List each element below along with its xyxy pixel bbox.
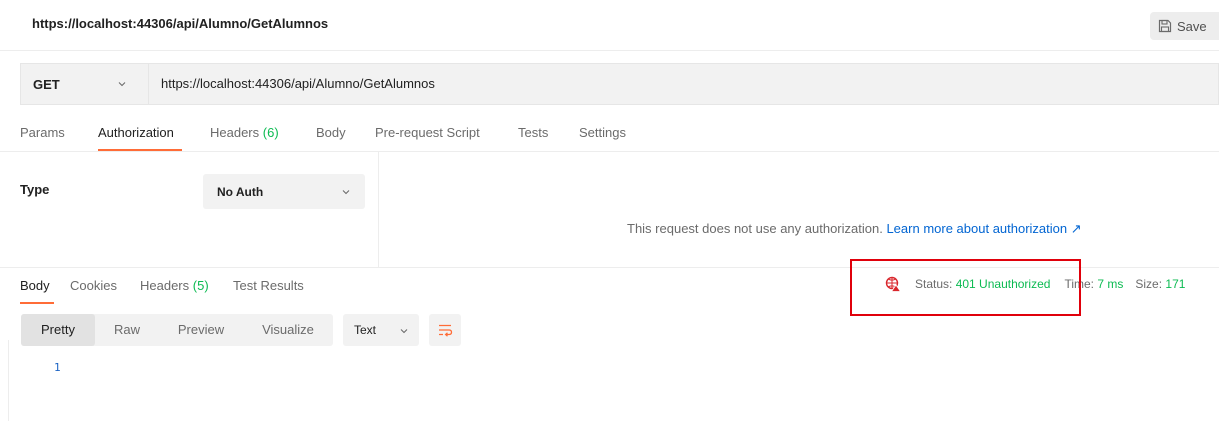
format-select[interactable]: Text [343, 314, 419, 346]
word-wrap-button[interactable] [429, 314, 461, 346]
tab-body[interactable]: Body [316, 125, 346, 140]
auth-type-panel [0, 152, 379, 267]
tab-headers[interactable]: Headers (6) [210, 125, 279, 140]
method-select[interactable]: GET [21, 64, 149, 104]
response-tab-test-results[interactable]: Test Results [233, 278, 304, 293]
view-raw-button[interactable]: Raw [95, 314, 159, 346]
save-button[interactable]: Save [1150, 12, 1219, 40]
auth-type-select[interactable]: No Auth [203, 174, 365, 209]
format-value: Text [354, 323, 377, 337]
view-visualize-button[interactable]: Visualize [243, 314, 333, 346]
tab-prerequest-script[interactable]: Pre-request Script [375, 125, 480, 140]
response-tab-headers-count: (5) [192, 278, 209, 293]
tab-headers-count: (6) [262, 125, 279, 140]
tab-params[interactable]: Params [20, 125, 65, 140]
time-value[interactable]: 7 ms [1097, 277, 1123, 291]
chevron-down-icon [342, 190, 350, 195]
editor-line-number: 1 [54, 361, 61, 374]
response-view-toggle: Pretty Raw Preview Visualize [21, 314, 333, 346]
tab-authorization[interactable]: Authorization [98, 125, 174, 140]
auth-type-label: Type [20, 182, 50, 197]
url-input[interactable]: https://localhost:44306/api/Alumno/GetAl… [149, 64, 435, 104]
size-value[interactable]: 171 [1165, 277, 1185, 291]
auth-message: This request does not use any authorizat… [627, 221, 1082, 237]
url-bar: GET https://localhost:44306/api/Alumno/G… [20, 63, 1219, 105]
word-wrap-icon [439, 324, 453, 337]
editor-left-border [8, 340, 9, 421]
tab-headers-label: Headers [210, 125, 260, 140]
response-tab-headers-label: Headers [140, 278, 190, 293]
active-response-tab-indicator [20, 302, 54, 304]
status-highlight-box [850, 259, 1081, 316]
view-preview-button[interactable]: Preview [159, 314, 243, 346]
save-icon [1158, 19, 1172, 33]
chevron-down-icon [118, 82, 126, 87]
auth-message-text: This request does not use any authorizat… [627, 221, 883, 236]
method-label: GET [33, 76, 60, 92]
response-tab-cookies[interactable]: Cookies [70, 278, 117, 293]
response-tab-body[interactable]: Body [20, 278, 50, 293]
tab-tests[interactable]: Tests [518, 125, 548, 140]
response-tab-headers[interactable]: Headers (5) [140, 278, 209, 293]
save-label: Save [1177, 18, 1207, 34]
tab-settings[interactable]: Settings [579, 125, 626, 140]
chevron-down-icon [400, 329, 408, 334]
auth-type-value: No Auth [217, 184, 264, 199]
view-pretty-button[interactable]: Pretty [21, 314, 95, 346]
learn-more-auth-link[interactable]: Learn more about authorization ↗ [886, 221, 1081, 236]
request-title[interactable]: https://localhost:44306/api/Alumno/GetAl… [32, 16, 328, 31]
size-label: Size: [1135, 277, 1163, 291]
